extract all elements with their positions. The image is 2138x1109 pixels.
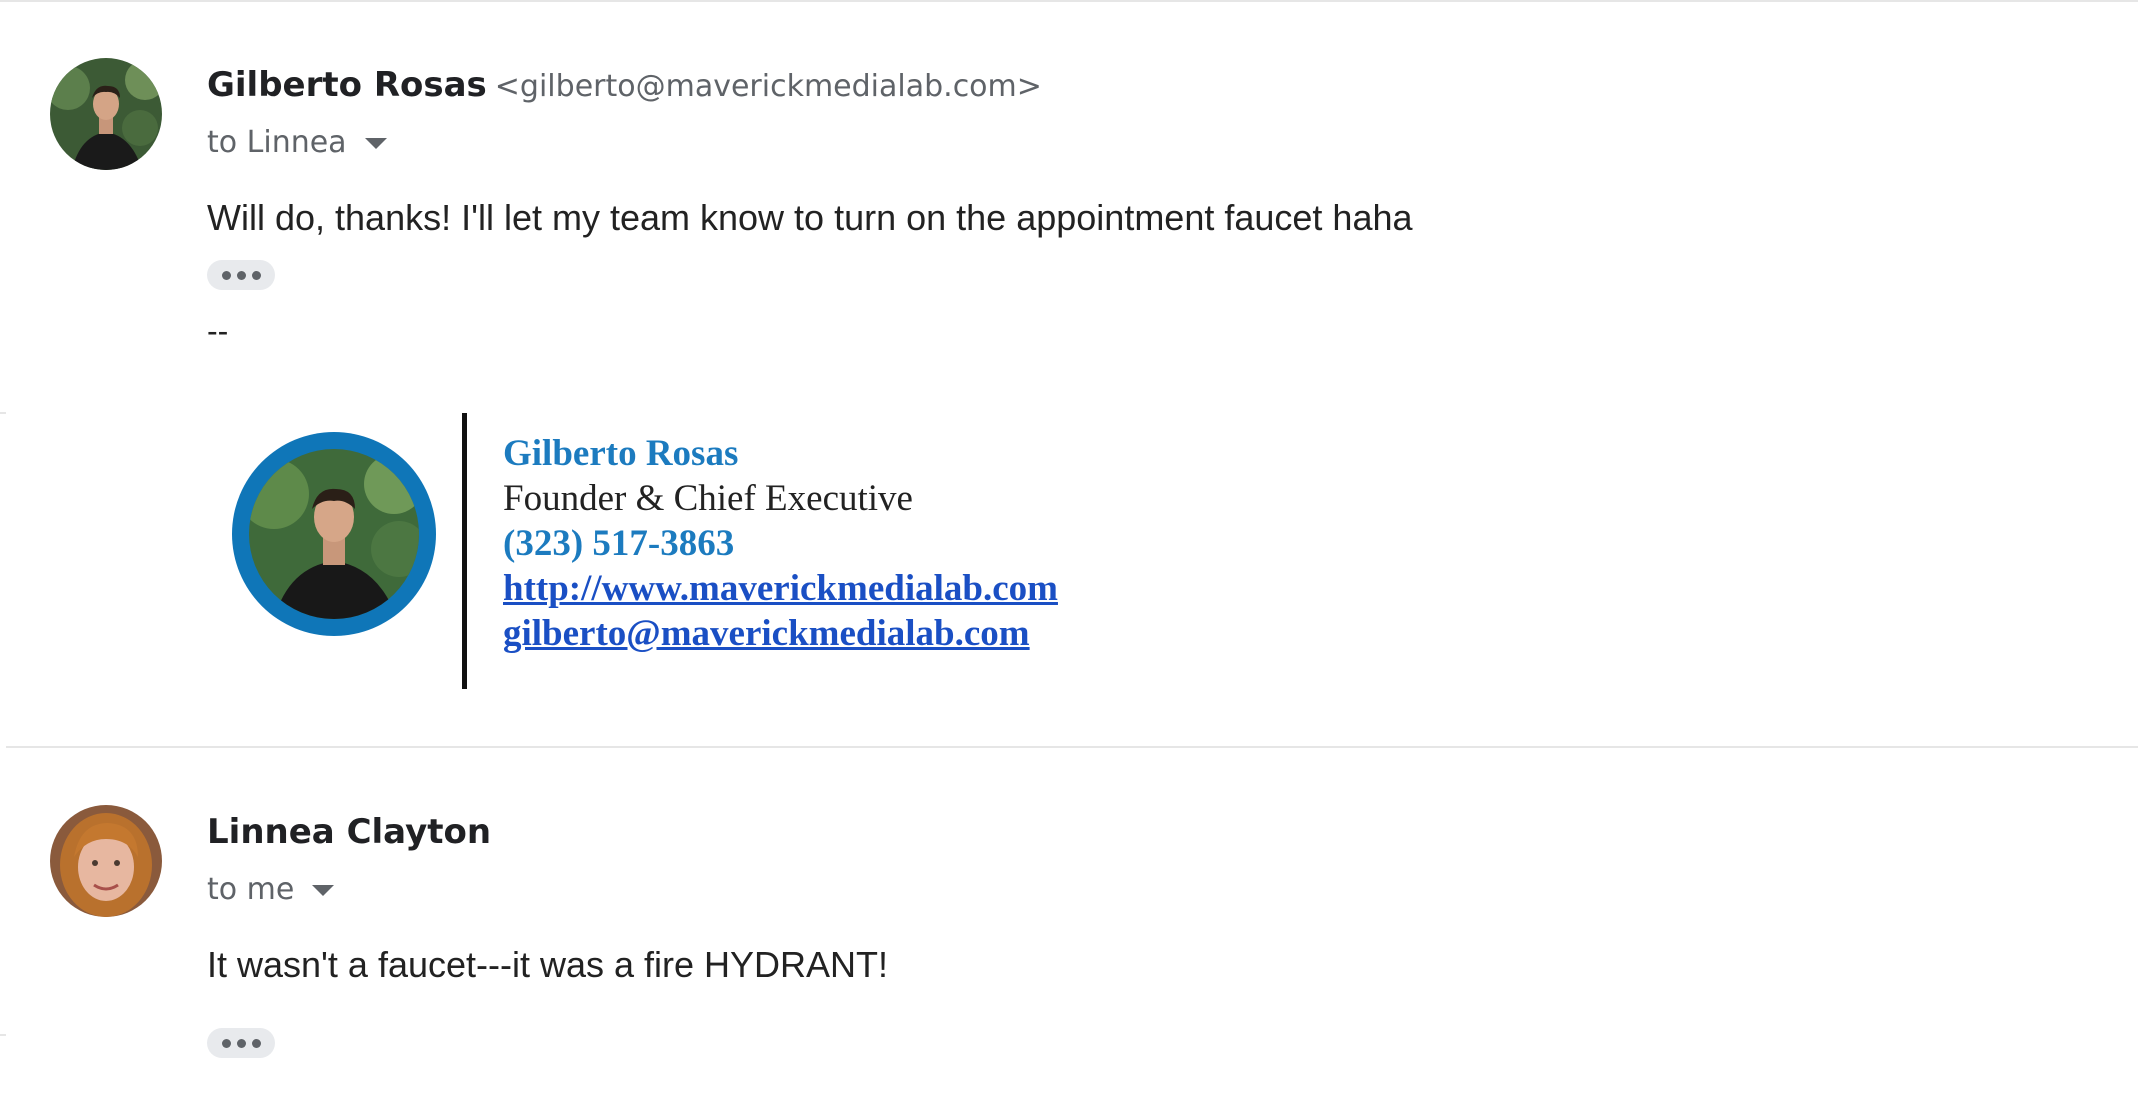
sender-email: <gilberto@maverickmedialab.com> <box>494 69 1042 104</box>
recipient-line[interactable]: to Linnea <box>207 125 387 160</box>
recipient-label: to Linnea <box>207 125 347 160</box>
caret-down-icon[interactable] <box>364 138 387 149</box>
signature-divider <box>462 413 467 689</box>
recipient-line[interactable]: to me <box>207 872 335 907</box>
sender-avatar[interactable] <box>50 805 162 917</box>
show-trimmed-content-button[interactable] <box>207 1028 275 1058</box>
message-divider <box>6 746 2138 748</box>
edge-tick <box>0 412 6 414</box>
edge-tick <box>0 1034 6 1036</box>
more-horiz-icon-dot <box>236 1038 246 1048</box>
sender-name[interactable]: Gilberto Rosas <box>207 65 487 105</box>
signature-name: Gilberto Rosas <box>503 433 739 474</box>
sender-line: Linnea Clayton <box>207 812 491 852</box>
caret-down-icon[interactable] <box>312 885 335 896</box>
sender-line: Gilberto Rosas <gilberto@maverickmedialab… <box>207 65 1042 105</box>
signature-website-link[interactable]: http://www.maverickmedialab.com <box>503 567 1058 610</box>
more-horiz-icon-dot <box>221 270 231 280</box>
sender-avatar[interactable] <box>50 58 162 170</box>
signature-photo <box>232 432 436 636</box>
more-horiz-icon-dot <box>251 1038 261 1048</box>
more-horiz-icon-dot <box>221 1038 231 1048</box>
signature-separator: -- <box>207 313 229 349</box>
signature-title: Founder & Chief Executive <box>503 478 913 519</box>
more-horiz-icon-dot <box>236 270 246 280</box>
message-body: Will do, thanks! I'll let my team know t… <box>207 197 1413 238</box>
more-horiz-icon-dot <box>251 270 261 280</box>
signature-phone[interactable]: (323) 517-3863 <box>503 522 734 565</box>
show-trimmed-content-button[interactable] <box>207 260 275 290</box>
sender-name[interactable]: Linnea Clayton <box>207 812 491 852</box>
signature-email-link[interactable]: gilberto@maverickmedialab.com <box>503 612 1030 655</box>
message-body: It wasn't a faucet---it was a fire HYDRA… <box>207 944 889 985</box>
recipient-label: to me <box>207 872 295 907</box>
top-divider <box>0 0 2138 2</box>
